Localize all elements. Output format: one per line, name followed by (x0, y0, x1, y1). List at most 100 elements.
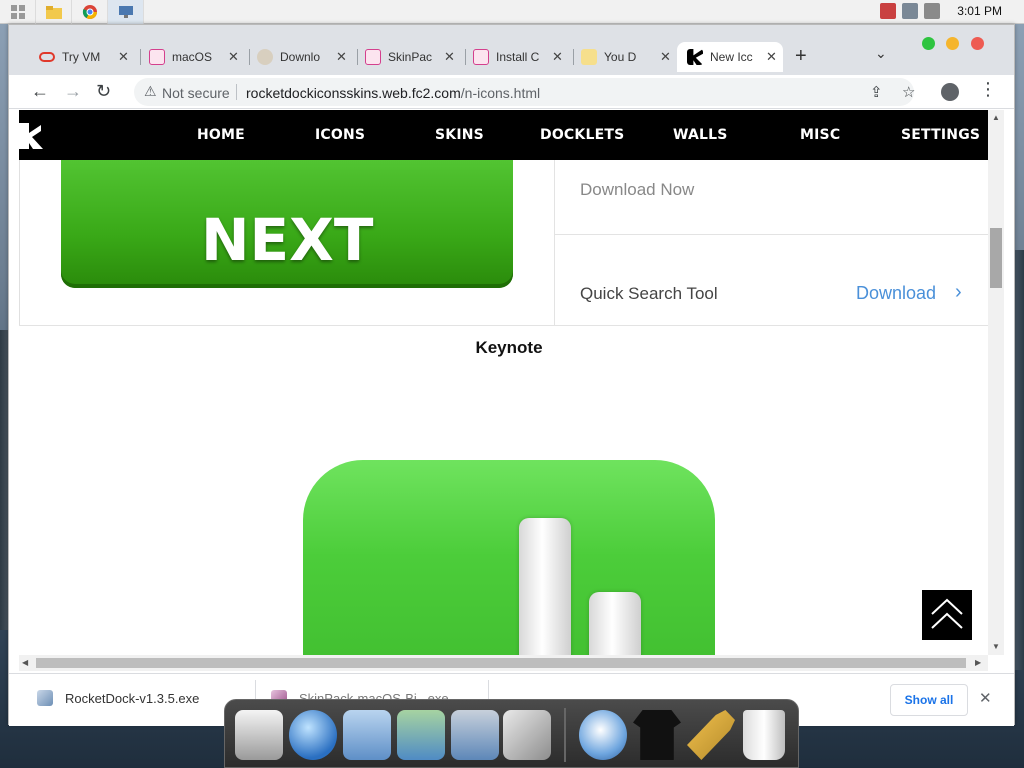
address-separator (236, 84, 237, 100)
tab-label: You D (604, 50, 637, 64)
close-icon[interactable]: ✕ (118, 49, 129, 65)
next-banner-image[interactable]: NEXT (61, 160, 513, 288)
menu-dots-icon[interactable]: ⋮ (979, 79, 997, 100)
not-secure-label[interactable]: Not secure (162, 85, 230, 101)
tab-label: New Icc (710, 50, 753, 64)
quick-search-download-link[interactable]: Download (856, 283, 936, 304)
close-icon[interactable]: ✕ (979, 689, 992, 707)
maximize-button[interactable] (922, 37, 935, 50)
installer-file-icon (37, 690, 53, 706)
scroll-up-arrow-icon[interactable]: ▲ (992, 113, 1000, 122)
tab-you-d[interactable]: You D ✕ (571, 42, 679, 72)
scroll-down-arrow-icon[interactable]: ▼ (992, 642, 1000, 651)
keynote-app-icon[interactable] (303, 460, 715, 655)
documents-folder-icon[interactable] (343, 710, 391, 760)
nav-icons[interactable]: ICONS (315, 127, 365, 143)
site-logo-icon[interactable] (19, 123, 45, 149)
share-icon[interactable]: ⇪ (870, 83, 883, 101)
ad-panel: Download Now Quick Search Tool Download … (554, 160, 988, 325)
close-icon[interactable]: ✕ (444, 49, 455, 65)
close-icon[interactable]: ✕ (660, 49, 671, 65)
chrome-icon[interactable] (72, 0, 108, 24)
url-text[interactable]: rocketdockiconsskins.web.fc2.com/n-icons… (246, 85, 540, 101)
horizontal-scrollbar[interactable]: ◀ ▶ (19, 655, 988, 671)
profile-avatar[interactable] (941, 83, 959, 101)
dock-separator (564, 708, 566, 762)
nav-settings[interactable]: SETTINGS (901, 127, 980, 143)
skinpack-icon (473, 49, 489, 65)
scroll-to-top-button[interactable] (922, 590, 972, 640)
remote-desktop-icon[interactable] (108, 0, 144, 24)
url-domain: rocketdockiconsskins.web.fc2.com (246, 85, 461, 101)
download-site-icon (257, 49, 273, 65)
nav-misc[interactable]: MISC (800, 127, 840, 143)
rocketdock-icon (687, 49, 703, 65)
file-explorer-icon[interactable] (36, 0, 72, 24)
tab-install[interactable]: Install C ✕ (463, 42, 571, 72)
chevron-right-icon[interactable]: › (955, 281, 962, 304)
tab-skinpack[interactable]: SkinPac ✕ (355, 42, 463, 72)
safari-icon[interactable] (579, 710, 627, 760)
close-icon[interactable]: ✕ (552, 49, 563, 65)
show-all-button[interactable]: Show all (890, 684, 968, 716)
nav-skins[interactable]: SKINS (435, 127, 484, 143)
hammer-icon[interactable] (687, 710, 735, 760)
back-arrow-icon[interactable]: ← (31, 81, 49, 102)
system-tray (880, 3, 940, 19)
recycle-bin-icon[interactable] (743, 710, 785, 760)
network-icon[interactable] (902, 3, 918, 19)
tshirt-icon[interactable] (633, 710, 681, 760)
tab-try-vm[interactable]: Try VM ✕ (29, 42, 137, 72)
skinpack-icon (365, 49, 381, 65)
skinpack-icon (149, 49, 165, 65)
xcode-tools-icon[interactable] (503, 710, 551, 760)
tab-label: SkinPac (388, 50, 433, 64)
section-title: Keynote (475, 338, 543, 357)
finder-icon[interactable] (235, 710, 283, 760)
nav-home[interactable]: HOME (197, 127, 245, 143)
browser-window: Try VM ✕ macOS ✕ Downlo ✕ SkinPac ✕ Inst… (8, 24, 1015, 726)
check-icon (581, 49, 597, 65)
address-bar[interactable]: ⚠ Not secure rocketdockiconsskins.web.fc… (134, 78, 915, 106)
nav-walls[interactable]: WALLS (673, 127, 728, 143)
scroll-left-arrow-icon[interactable]: ◀ (22, 658, 28, 667)
new-tab-button[interactable]: + (795, 45, 807, 68)
download-item[interactable]: RocketDock-v1.3.5.exe (37, 690, 199, 706)
tab-label: macOS (172, 50, 213, 64)
tab-strip: Try VM ✕ macOS ✕ Downlo ✕ SkinPac ✕ Inst… (9, 25, 1014, 75)
close-window-button[interactable] (971, 37, 984, 50)
minimize-button[interactable] (946, 37, 959, 50)
volume-muted-icon[interactable] (924, 3, 940, 19)
forward-arrow-icon[interactable]: → (64, 81, 82, 102)
close-icon[interactable]: ✕ (336, 49, 347, 65)
page-viewport: HOME ICONS SKINS DOCKLETS WALLS MISC SET… (9, 110, 988, 655)
taskbar-clock[interactable]: 3:01 PM (957, 4, 1002, 18)
browser-toolbar: ← → ↻ ⚠ Not secure rocketdockiconsskins.… (9, 75, 1014, 109)
download-now-link[interactable]: Download Now (580, 180, 694, 200)
tab-download[interactable]: Downlo ✕ (247, 42, 355, 72)
bookmark-star-icon[interactable]: ☆ (902, 83, 915, 101)
pictures-folder-icon[interactable] (451, 710, 499, 760)
tab-macos[interactable]: macOS ✕ (139, 42, 247, 72)
tab-new-icons[interactable]: New Icc ✕ (677, 42, 783, 72)
close-icon[interactable]: ✕ (766, 49, 777, 65)
security-alert-icon[interactable] (880, 3, 896, 19)
internet-icon[interactable] (289, 710, 337, 760)
vertical-scrollbar[interactable]: ▲ ▼ (988, 110, 1004, 655)
reload-icon[interactable]: ↻ (96, 81, 111, 102)
quick-search-label: Quick Search Tool (580, 284, 718, 303)
taskbar: 3:01 PM (0, 0, 1024, 24)
nav-docklets[interactable]: DOCKLETS (540, 127, 624, 143)
content-divider (19, 325, 988, 326)
warning-icon[interactable]: ⚠ (144, 83, 157, 100)
tab-search-chevron-icon[interactable]: ⌄ (875, 45, 887, 62)
content-border (19, 160, 20, 325)
site-navbar: HOME ICONS SKINS DOCKLETS WALLS MISC SET… (19, 110, 988, 160)
close-icon[interactable]: ✕ (228, 49, 239, 65)
horizontal-scroll-thumb[interactable] (36, 658, 966, 668)
vertical-scroll-thumb[interactable] (990, 228, 1002, 288)
start-icon[interactable] (0, 0, 36, 24)
scroll-right-arrow-icon[interactable]: ▶ (975, 658, 981, 667)
music-folder-icon[interactable] (397, 710, 445, 760)
tab-label: Install C (496, 50, 540, 64)
